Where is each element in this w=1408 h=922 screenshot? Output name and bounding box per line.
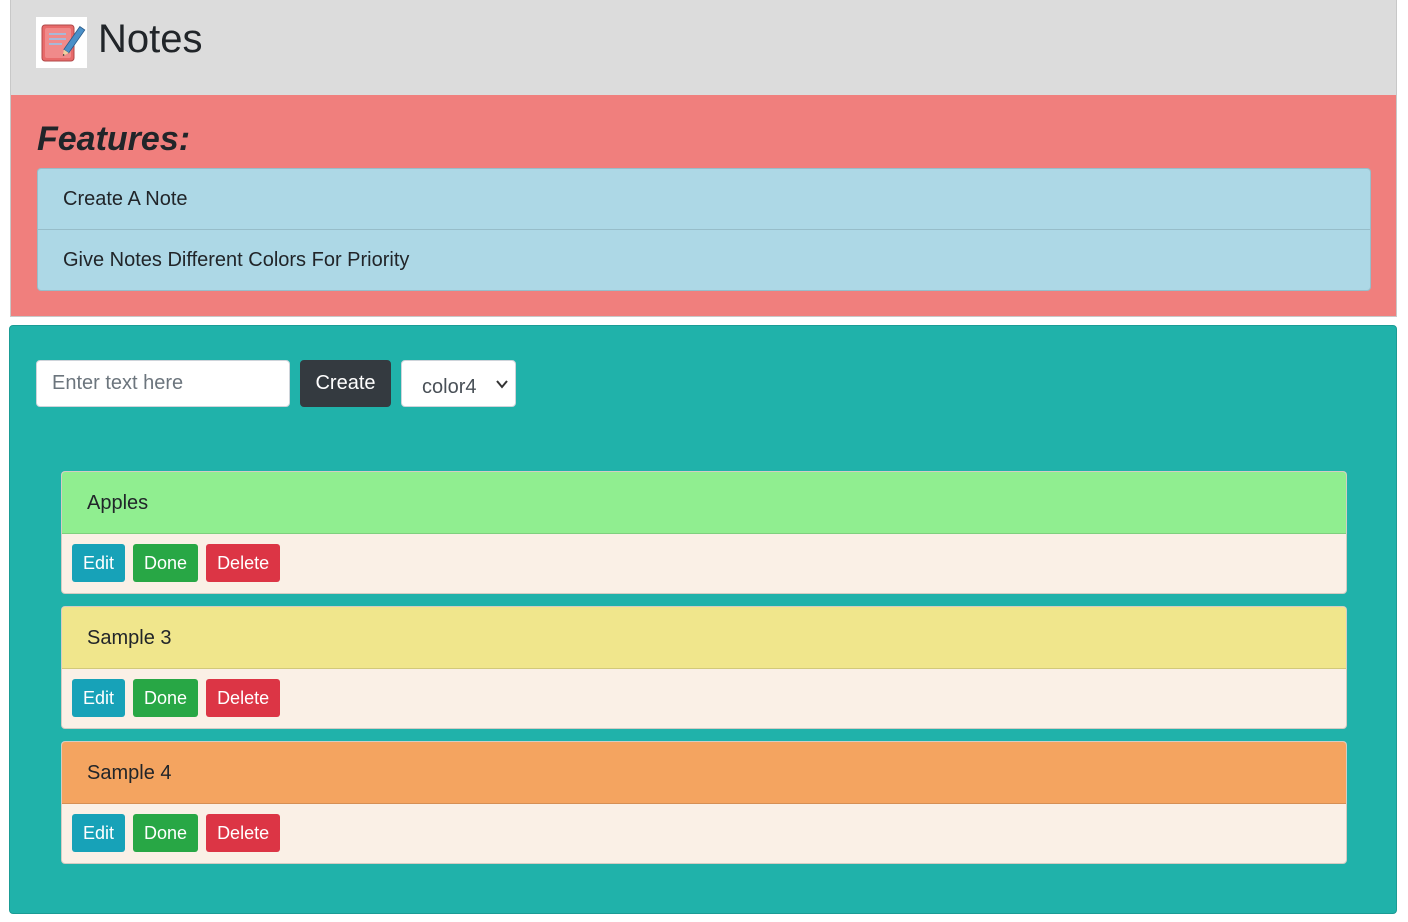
features-panel: Features: Create A Note Give Notes Diffe…: [10, 95, 1397, 317]
notepad-pencil-icon: [36, 17, 87, 68]
notes-list: Apples Edit Done Delete Sample 3 Edit Do…: [61, 471, 1347, 876]
note-card: Apples Edit Done Delete: [61, 471, 1347, 594]
chevron-down-icon: [495, 377, 509, 396]
note-actions: Edit Done Delete: [62, 669, 1346, 728]
notes-workspace: Create color4 Apples Edit Done Delete Sa…: [9, 325, 1397, 914]
delete-button[interactable]: Delete: [206, 544, 281, 582]
edit-button[interactable]: Edit: [72, 544, 126, 582]
feature-list: Create A Note Give Notes Different Color…: [37, 168, 1371, 291]
note-text: Sample 4: [62, 742, 1346, 804]
note-text: Sample 3: [62, 607, 1346, 669]
done-button[interactable]: Done: [133, 679, 199, 717]
edit-button[interactable]: Edit: [72, 814, 126, 852]
note-actions: Edit Done Delete: [62, 534, 1346, 593]
app-title: Notes: [98, 17, 203, 61]
done-button[interactable]: Done: [133, 814, 199, 852]
create-button[interactable]: Create: [300, 360, 391, 407]
delete-button[interactable]: Delete: [206, 679, 281, 717]
app-header: Notes: [10, 0, 1397, 95]
feature-item: Give Notes Different Colors For Priority: [38, 229, 1370, 290]
done-button[interactable]: Done: [133, 544, 199, 582]
note-text: Apples: [62, 472, 1346, 534]
delete-button[interactable]: Delete: [206, 814, 281, 852]
note-card: Sample 3 Edit Done Delete: [61, 606, 1347, 729]
note-card: Sample 4 Edit Done Delete: [61, 741, 1347, 864]
edit-button[interactable]: Edit: [72, 679, 126, 717]
note-actions: Edit Done Delete: [62, 804, 1346, 863]
color-select[interactable]: color4: [401, 360, 516, 407]
note-text-input[interactable]: [36, 360, 290, 407]
feature-item: Create A Note: [63, 188, 188, 210]
color-select-value: color4: [422, 376, 477, 398]
features-heading: Features:: [37, 120, 191, 158]
